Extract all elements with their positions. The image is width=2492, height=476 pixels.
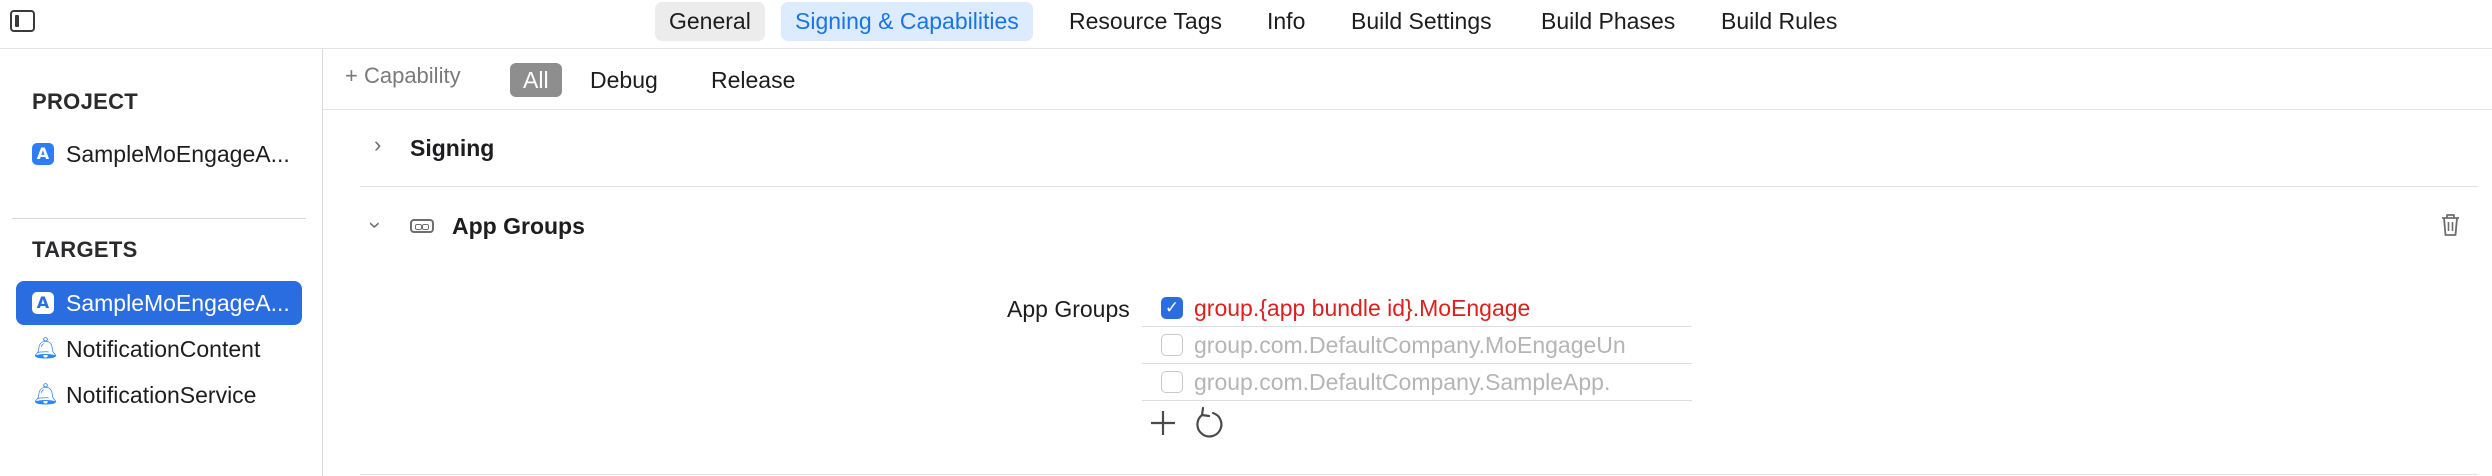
tab-info[interactable]: Info: [1253, 2, 1319, 41]
sidebar-item-label: SampleMoEngageA...: [66, 141, 290, 167]
app-groups-list: group.{app bundle id}.MoEngage group.com…: [1142, 290, 1692, 401]
signing-section-title[interactable]: Signing: [410, 135, 494, 162]
project-targets-sidebar: PROJECT SampleMoEngageA... TARGETS Sampl…: [0, 49, 323, 476]
targets-section-header: TARGETS: [32, 237, 138, 262]
tabs: General Signing & Capabilities Resource …: [0, 0, 2492, 48]
filter-all[interactable]: All: [510, 63, 562, 97]
list-item[interactable]: group.com.DefaultCompany.MoEngageUn: [1142, 327, 1692, 364]
chevron-down-icon[interactable]: ›: [363, 221, 389, 228]
list-item[interactable]: group.{app bundle id}.MoEngage: [1142, 290, 1692, 327]
sidebar-divider: [12, 218, 306, 219]
add-icon[interactable]: [1148, 408, 1178, 438]
bell-icon: 🔔︎: [32, 337, 59, 360]
tab-build-settings[interactable]: Build Settings: [1337, 2, 1506, 41]
app-group-name: group.com.DefaultCompany.MoEngageUn: [1194, 332, 1626, 358]
tab-signing-capabilities[interactable]: Signing & Capabilities: [781, 2, 1033, 41]
sidebar-item-label: NotificationService: [66, 382, 257, 408]
filter-release[interactable]: Release: [698, 63, 808, 97]
refresh-icon[interactable]: [1192, 406, 1224, 440]
project-section-header: PROJECT: [32, 89, 139, 114]
capabilities-toolbar: + Capability All Debug Release: [323, 49, 2492, 110]
filter-debug[interactable]: Debug: [577, 63, 671, 97]
sidebar-item-notification-service[interactable]: 🔔︎ NotificationService: [16, 373, 346, 417]
chevron-right-icon[interactable]: ›: [374, 132, 381, 158]
editor-tab-bar: General Signing & Capabilities Resource …: [0, 0, 2492, 49]
sidebar-item-target-main[interactable]: SampleMoEngageA...: [16, 281, 302, 325]
app-groups-section-title[interactable]: App Groups: [452, 213, 585, 240]
sidebar-item-notification-content[interactable]: 🔔︎ NotificationContent: [16, 327, 346, 371]
trash-icon[interactable]: [2440, 212, 2461, 238]
tab-resource-tags[interactable]: Resource Tags: [1055, 2, 1236, 41]
section-divider: [360, 186, 2478, 187]
checkbox-checked[interactable]: [1161, 297, 1183, 319]
tab-build-rules[interactable]: Build Rules: [1707, 2, 1851, 41]
app-groups-icon: [410, 219, 434, 233]
checkbox-unchecked[interactable]: [1161, 334, 1183, 356]
sidebar-item-project[interactable]: SampleMoEngageA...: [16, 132, 346, 176]
bell-icon: 🔔︎: [32, 383, 59, 406]
sidebar-item-label: NotificationContent: [66, 336, 261, 362]
section-divider: [360, 474, 2478, 475]
checkbox-unchecked[interactable]: [1161, 371, 1183, 393]
app-group-name: group.{app bundle id}.MoEngage: [1194, 295, 1531, 321]
app-icon: [32, 292, 54, 314]
tab-build-phases[interactable]: Build Phases: [1527, 2, 1689, 41]
sidebar-item-label: SampleMoEngageA...: [66, 290, 290, 316]
tab-general[interactable]: General: [655, 2, 765, 41]
list-item[interactable]: group.com.DefaultCompany.SampleApp.: [1142, 364, 1692, 401]
app-groups-field-label: App Groups: [1007, 296, 1130, 322]
app-icon: [32, 143, 54, 165]
add-capability-button[interactable]: + Capability: [345, 63, 461, 89]
app-group-name: group.com.DefaultCompany.SampleApp.: [1194, 369, 1611, 395]
